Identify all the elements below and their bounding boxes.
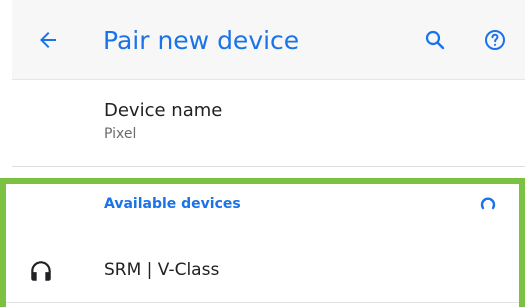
arrow-left-icon <box>40 32 56 48</box>
device-name: SRM | V-Class <box>104 260 220 280</box>
available-devices-header: Available devices <box>104 196 241 212</box>
page-title: Pair new device <box>103 26 300 55</box>
section-divider <box>12 166 525 167</box>
refresh-spinner-icon <box>480 197 496 210</box>
back-button[interactable] <box>32 24 64 56</box>
help-button[interactable] <box>479 24 511 56</box>
device-name-label: Device name <box>104 100 223 121</box>
search-button[interactable] <box>419 24 451 56</box>
device-list-divider <box>6 302 519 303</box>
device-name-setting[interactable]: Device name Pixel <box>0 80 525 166</box>
top-app-bar: Pair new device <box>12 0 525 80</box>
device-list-item[interactable]: SRM | V-Class <box>6 236 519 300</box>
available-devices-section: Available devices SRM | V-Class <box>0 178 525 307</box>
help-circle-icon <box>485 30 505 50</box>
device-name-value: Pixel <box>104 126 137 142</box>
headphones-icon <box>31 261 51 281</box>
search-icon <box>425 30 445 50</box>
